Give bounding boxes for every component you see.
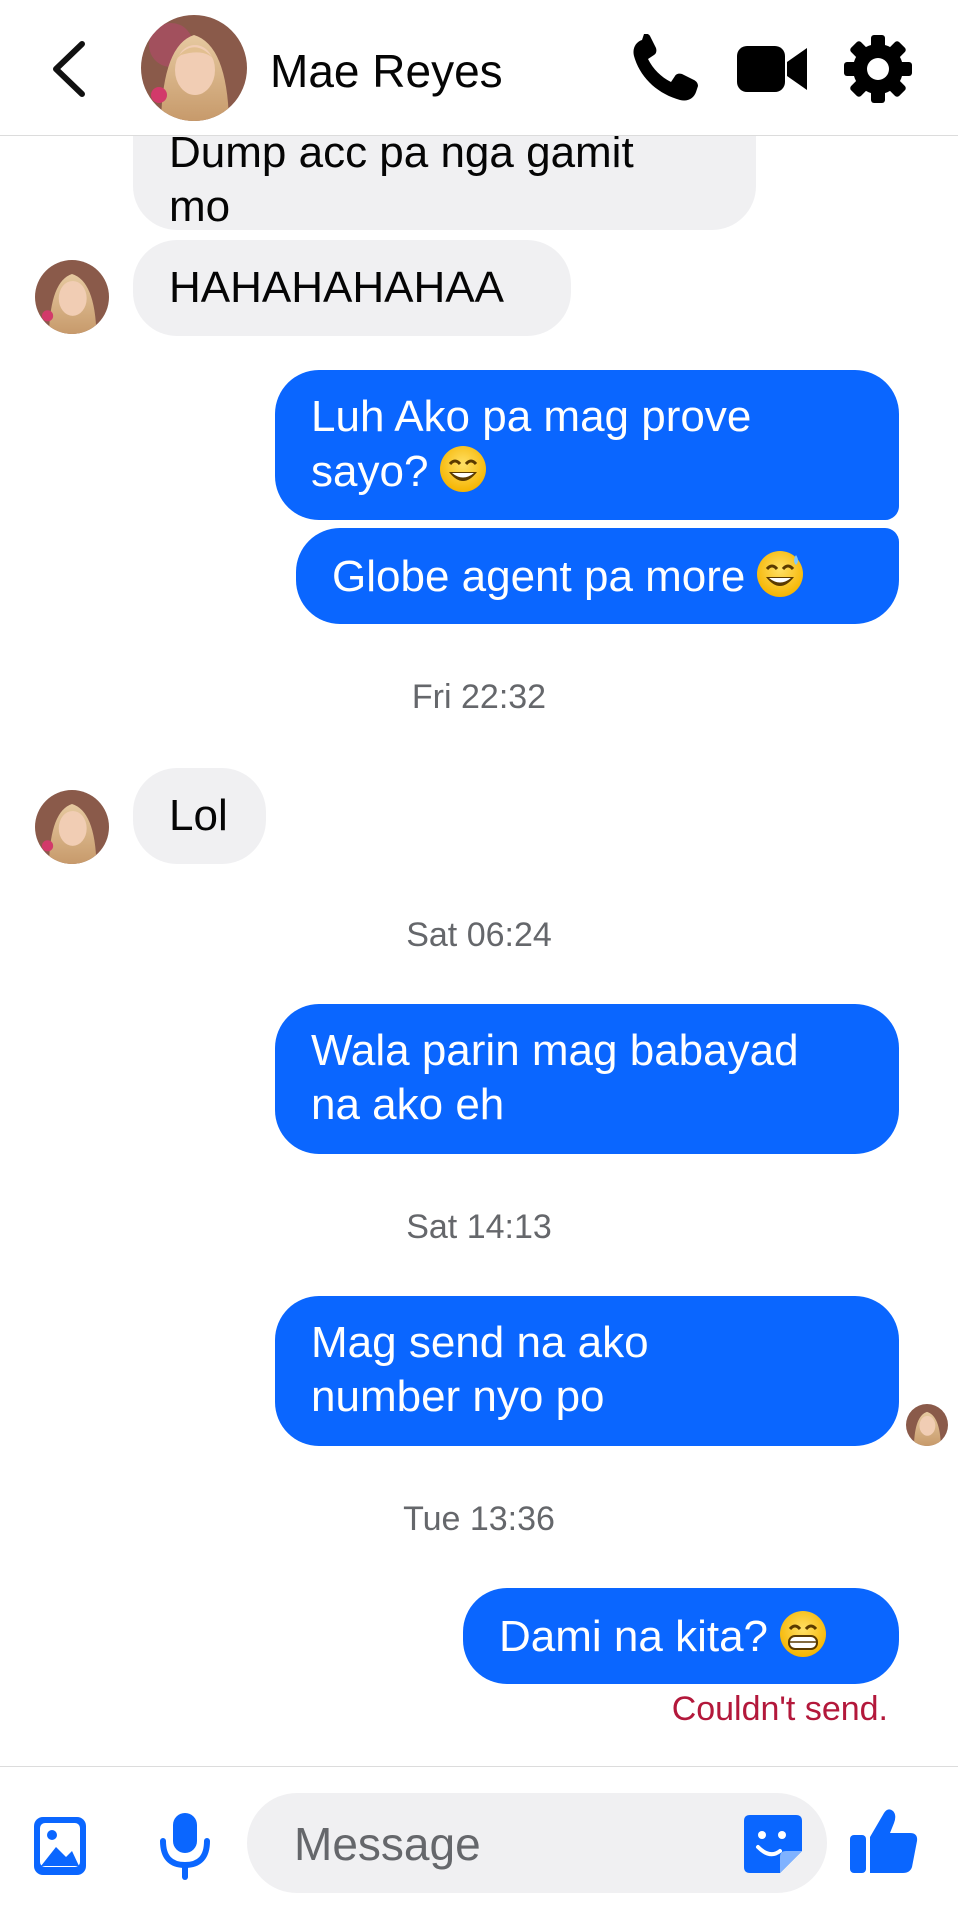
message-text: Luh Ako pa mag prove bbox=[311, 392, 752, 441]
chat-header: Mae Reyes bbox=[0, 0, 958, 136]
outgoing-message[interactable]: Mag send na ako number nyo po bbox=[275, 1296, 899, 1446]
seen-receipt-avatar bbox=[906, 1404, 948, 1446]
grinning-face-emoji bbox=[780, 1611, 827, 1657]
timestamp: Tue 13:36 bbox=[403, 1500, 555, 1538]
sticker-icon[interactable] bbox=[740, 1811, 806, 1877]
message-text: sayo? bbox=[311, 447, 429, 496]
send-error-status[interactable]: Couldn't send. bbox=[672, 1690, 888, 1729]
sender-avatar[interactable] bbox=[35, 260, 109, 334]
timestamp: Sat 14:13 bbox=[406, 1208, 552, 1246]
sender-avatar[interactable] bbox=[35, 790, 109, 864]
outgoing-message[interactable]: Luh Ako pa mag prove sayo? bbox=[275, 370, 899, 520]
outgoing-message[interactable]: Wala parin mag babayad na ako eh bbox=[275, 1004, 899, 1154]
thumbs-up-icon[interactable] bbox=[848, 1805, 920, 1877]
timestamp: Fri 22:32 bbox=[411, 678, 547, 716]
message-text: Dami na kita? bbox=[499, 1612, 769, 1661]
message-text: Lol bbox=[169, 791, 228, 840]
message-field[interactable] bbox=[247, 1793, 827, 1895]
message-text: na ako eh bbox=[311, 1080, 505, 1129]
message-text: HAHAHAHAHAA bbox=[169, 263, 504, 312]
incoming-message[interactable]: Lol bbox=[133, 768, 266, 864]
microphone-icon[interactable] bbox=[157, 1811, 213, 1881]
message-text: Globe agent pa more bbox=[332, 552, 746, 601]
incoming-message[interactable]: HAHAHAHAHAA bbox=[133, 240, 571, 336]
outgoing-message[interactable]: Dami na kita? bbox=[463, 1588, 899, 1684]
message-input[interactable] bbox=[292, 1793, 716, 1895]
phone-icon[interactable] bbox=[628, 34, 704, 104]
message-text: Mag send na ako bbox=[311, 1318, 649, 1367]
timestamp: Sat 06:24 bbox=[406, 916, 552, 954]
outgoing-message[interactable]: Globe agent pa more bbox=[296, 528, 899, 624]
message-text: mo bbox=[169, 182, 231, 231]
sweat-smile-emoji bbox=[757, 551, 804, 597]
gear-icon[interactable] bbox=[840, 34, 916, 104]
message-text: Wala parin mag babayad bbox=[311, 1026, 799, 1075]
messenger-chat-screen: Mae Reyes Dump acc pa nga gamit mo HAHAH… bbox=[0, 0, 958, 1920]
message-composer bbox=[0, 1766, 958, 1920]
message-text: number nyo po bbox=[311, 1372, 605, 1421]
back-arrow-icon[interactable] bbox=[40, 34, 100, 104]
video-camera-icon[interactable] bbox=[735, 34, 811, 104]
contact-avatar[interactable] bbox=[141, 15, 247, 121]
contact-name[interactable]: Mae Reyes bbox=[270, 44, 503, 98]
image-icon[interactable] bbox=[32, 1815, 92, 1877]
smiling-face-emoji bbox=[440, 446, 487, 492]
